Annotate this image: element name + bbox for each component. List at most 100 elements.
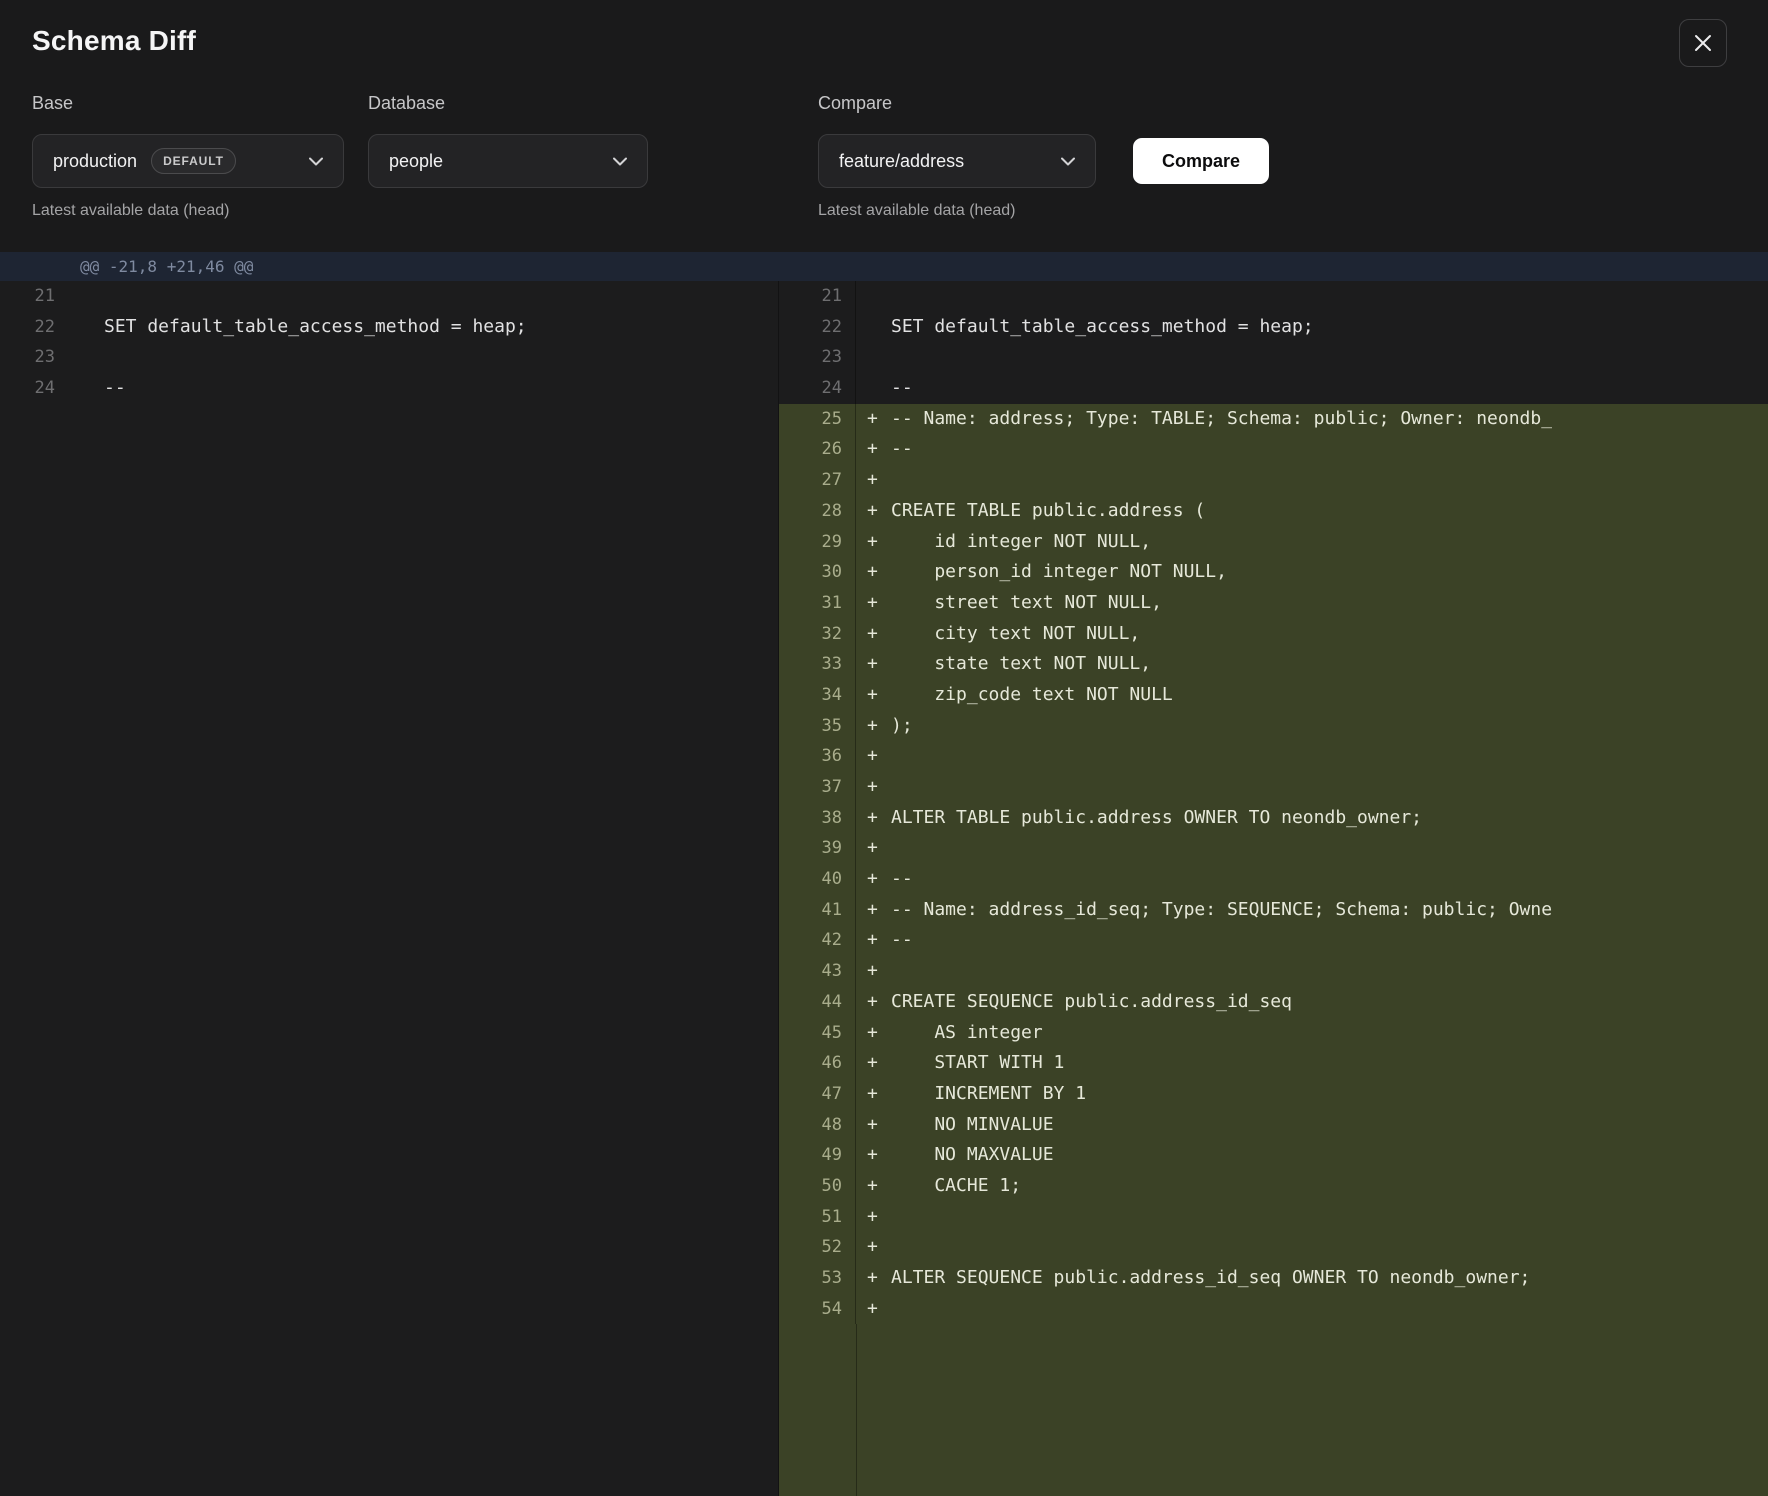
diff-line: 33+ state text NOT NULL, <box>779 649 1768 680</box>
compare-button[interactable]: Compare <box>1133 138 1269 184</box>
line-number: 21 <box>0 281 68 312</box>
line-number: 22 <box>779 312 856 343</box>
diff-line: 22SET default_table_access_method = heap… <box>0 312 778 343</box>
diff-line: 38+ALTER TABLE public.address OWNER TO n… <box>779 803 1768 834</box>
diff-marker: + <box>856 434 891 465</box>
diff-line: 51+ <box>779 1202 1768 1233</box>
default-badge: DEFAULT <box>151 148 236 174</box>
line-number: 40 <box>779 864 856 895</box>
diff-line: 47+ INCREMENT BY 1 <box>779 1079 1768 1110</box>
line-number: 25 <box>779 404 856 435</box>
diff-marker: + <box>856 741 891 772</box>
diff-marker: + <box>856 711 891 742</box>
line-number: 31 <box>779 588 856 619</box>
line-number: 43 <box>779 956 856 987</box>
compare-branch-select[interactable]: feature/address <box>818 134 1096 188</box>
diff-marker: + <box>856 1232 891 1263</box>
code-text: zip_code text NOT NULL <box>891 680 1173 711</box>
diff-marker: + <box>856 404 891 435</box>
diff-marker: + <box>856 956 891 987</box>
diff-line: 29+ id integer NOT NULL, <box>779 527 1768 558</box>
base-hint: Latest available data (head) <box>32 202 229 220</box>
diff-marker: + <box>856 1018 891 1049</box>
code-text: street text NOT NULL, <box>891 588 1162 619</box>
diff-rows-compare: 2122SET default_table_access_method = he… <box>779 281 1768 1324</box>
code-text: -- Name: address_id_seq; Type: SEQUENCE;… <box>891 895 1552 926</box>
diff-pane-base: 2122SET default_table_access_method = he… <box>0 281 778 1496</box>
diff-marker <box>856 312 891 343</box>
diff-line: 25+-- Name: address; Type: TABLE; Schema… <box>779 404 1768 435</box>
code-text: id integer NOT NULL, <box>891 527 1151 558</box>
line-number: 44 <box>779 987 856 1018</box>
diff-marker: + <box>856 1294 891 1325</box>
dialog-header: Schema Diff Base Database Compare produc… <box>0 0 1768 252</box>
line-number: 39 <box>779 833 856 864</box>
diff-marker: + <box>856 1048 891 1079</box>
line-number: 21 <box>779 281 856 312</box>
base-branch-select[interactable]: production DEFAULT <box>32 134 344 188</box>
diff-line: 22SET default_table_access_method = heap… <box>779 312 1768 343</box>
diff-marker <box>856 342 891 373</box>
diff-marker: + <box>856 465 891 496</box>
diff-marker: + <box>856 496 891 527</box>
line-number: 33 <box>779 649 856 680</box>
diff-line: 44+CREATE SEQUENCE public.address_id_seq <box>779 987 1768 1018</box>
diff-line: 21 <box>779 281 1768 312</box>
code-text: -- Name: address; Type: TABLE; Schema: p… <box>891 404 1552 435</box>
compare-label: Compare <box>818 93 892 114</box>
diff-line: 39+ <box>779 833 1768 864</box>
code-text: -- <box>891 925 913 956</box>
diff-marker: + <box>856 1263 891 1294</box>
diff-line: 32+ city text NOT NULL, <box>779 619 1768 650</box>
diff-line: 34+ zip_code text NOT NULL <box>779 680 1768 711</box>
hunk-header: @@ -21,8 +21,46 @@ <box>0 252 1768 281</box>
code-text: -- <box>891 864 913 895</box>
diff-line: 26+-- <box>779 434 1768 465</box>
line-number: 24 <box>779 373 856 404</box>
code-text: SET default_table_access_method = heap; <box>68 312 527 343</box>
code-text: ); <box>891 711 913 742</box>
chevron-down-icon <box>599 157 627 166</box>
diff-line: 49+ NO MAXVALUE <box>779 1140 1768 1171</box>
diff-marker: + <box>856 557 891 588</box>
diff-line: 50+ CACHE 1; <box>779 1171 1768 1202</box>
diff-marker: + <box>856 1110 891 1141</box>
line-number: 41 <box>779 895 856 926</box>
line-number: 46 <box>779 1048 856 1079</box>
base-label: Base <box>32 93 73 114</box>
diff-marker: + <box>856 1079 891 1110</box>
diff-line: 42+-- <box>779 925 1768 956</box>
diff-line: 41+-- Name: address_id_seq; Type: SEQUEN… <box>779 895 1768 926</box>
diff-line: 53+ALTER SEQUENCE public.address_id_seq … <box>779 1263 1768 1294</box>
base-branch-value: production <box>53 151 137 172</box>
code-text: CACHE 1; <box>891 1171 1021 1202</box>
close-button[interactable] <box>1679 19 1727 67</box>
code-text <box>68 342 104 373</box>
diff-line: 35+); <box>779 711 1768 742</box>
code-text: -- <box>891 434 913 465</box>
database-select[interactable]: people <box>368 134 648 188</box>
diff-line: 30+ person_id integer NOT NULL, <box>779 557 1768 588</box>
line-number: 34 <box>779 680 856 711</box>
diff-marker: + <box>856 680 891 711</box>
diff-line: 31+ street text NOT NULL, <box>779 588 1768 619</box>
code-text: -- <box>891 373 913 404</box>
line-number: 29 <box>779 527 856 558</box>
compare-hint: Latest available data (head) <box>818 202 1015 220</box>
diff-line: 37+ <box>779 772 1768 803</box>
line-number: 23 <box>0 342 68 373</box>
line-number: 30 <box>779 557 856 588</box>
diff-panes: 2122SET default_table_access_method = he… <box>0 281 1768 1496</box>
code-text: -- <box>68 373 126 404</box>
line-number: 54 <box>779 1294 856 1325</box>
diff-line: 46+ START WITH 1 <box>779 1048 1768 1079</box>
code-text: START WITH 1 <box>891 1048 1064 1079</box>
diff-line: 48+ NO MINVALUE <box>779 1110 1768 1141</box>
diff-marker: + <box>856 803 891 834</box>
diff-line: 45+ AS integer <box>779 1018 1768 1049</box>
diff-marker: + <box>856 772 891 803</box>
diff-marker: + <box>856 833 891 864</box>
diff-marker: + <box>856 1202 891 1233</box>
diff-marker: + <box>856 588 891 619</box>
code-text: ALTER SEQUENCE public.address_id_seq OWN… <box>891 1263 1530 1294</box>
